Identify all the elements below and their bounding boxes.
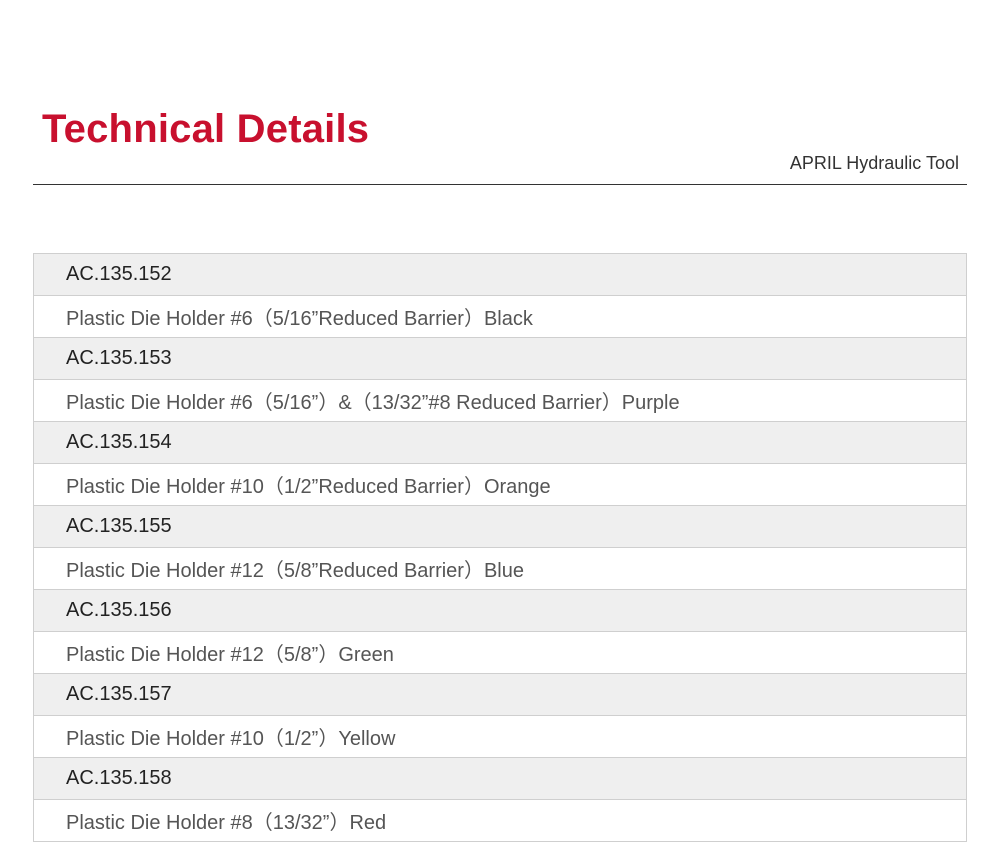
table-row-description: Plastic Die Holder #12（5/8”）Green: [33, 631, 967, 674]
table-row-code: AC.135.158: [33, 757, 967, 800]
item-description: Plastic Die Holder #10（1/2”）Yellow: [33, 715, 967, 758]
table-row-description: Plastic Die Holder #6（5/16”）&（13/32”#8 R…: [33, 379, 967, 422]
item-description: Plastic Die Holder #8（13/32”）Red: [33, 799, 967, 842]
table-row-code: AC.135.154: [33, 421, 967, 464]
item-code: AC.135.152: [33, 253, 967, 296]
item-code: AC.135.154: [33, 421, 967, 464]
brand-subtitle: APRIL Hydraulic Tool: [789, 153, 959, 173]
page-title: Technical Details: [42, 107, 370, 151]
table-row-code: AC.135.157: [33, 673, 967, 716]
item-code: AC.135.155: [33, 505, 967, 548]
item-description: Plastic Die Holder #10（1/2”Reduced Barri…: [33, 463, 967, 506]
table-row-description: Plastic Die Holder #8（13/32”）Red: [33, 799, 967, 842]
table-row-description: Plastic Die Holder #10（1/2”）Yellow: [33, 715, 967, 758]
table-row-code: AC.135.156: [33, 589, 967, 632]
item-description: Plastic Die Holder #6（5/16”）&（13/32”#8 R…: [33, 379, 967, 422]
technical-details-table: AC.135.152 Plastic Die Holder #6（5/16”Re…: [33, 253, 967, 842]
table-row-description: Plastic Die Holder #10（1/2”Reduced Barri…: [33, 463, 967, 506]
table-row-code: AC.135.155: [33, 505, 967, 548]
item-description: Plastic Die Holder #12（5/8”）Green: [33, 631, 967, 674]
item-description: Plastic Die Holder #6（5/16”Reduced Barri…: [33, 295, 967, 338]
item-description: Plastic Die Holder #12（5/8”Reduced Barri…: [33, 547, 967, 590]
item-code: AC.135.157: [33, 673, 967, 716]
table-row-code: AC.135.152: [33, 253, 967, 296]
table-row-description: Plastic Die Holder #12（5/8”Reduced Barri…: [33, 547, 967, 590]
item-code: AC.135.156: [33, 589, 967, 632]
table-row-description: Plastic Die Holder #6（5/16”Reduced Barri…: [33, 295, 967, 338]
table-row-code: AC.135.153: [33, 337, 967, 380]
item-code: AC.135.158: [33, 757, 967, 800]
item-code: AC.135.153: [33, 337, 967, 380]
header-divider: [33, 184, 967, 185]
